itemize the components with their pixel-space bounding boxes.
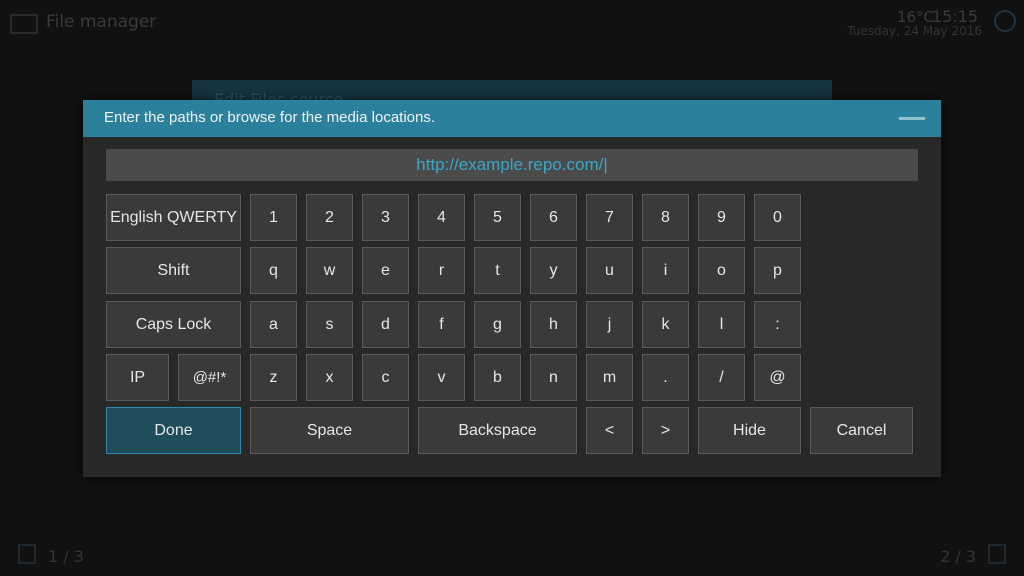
clock-icon <box>994 10 1016 32</box>
page-icon <box>18 544 36 564</box>
page-icon <box>988 544 1006 564</box>
path-input[interactable]: http://example.repo.com/| <box>106 149 918 181</box>
key-row4-2[interactable]: c <box>362 354 409 401</box>
key-row1-0[interactable]: 1 <box>250 194 297 241</box>
key-row3-1[interactable]: s <box>306 301 353 348</box>
virtual-keyboard-dialog: Enter the paths or browse for the media … <box>83 100 941 477</box>
key-row3-7[interactable]: k <box>642 301 689 348</box>
key-row2-3[interactable]: r <box>418 247 465 294</box>
key-row3-9[interactable]: : <box>754 301 801 348</box>
key-row2-8[interactable]: o <box>698 247 745 294</box>
key-row4-6[interactable]: m <box>586 354 633 401</box>
key-row3-0[interactable]: a <box>250 301 297 348</box>
key-row4-5[interactable]: n <box>530 354 577 401</box>
key-row2-4[interactable]: t <box>474 247 521 294</box>
page-indicator-left: 1 / 3 <box>48 547 84 566</box>
cursor-right-key[interactable]: > <box>642 407 689 454</box>
dialog-heading: Enter the paths or browse for the media … <box>104 109 436 126</box>
key-row3-8[interactable]: l <box>698 301 745 348</box>
key-row2-0[interactable]: q <box>250 247 297 294</box>
key-row4-4[interactable]: b <box>474 354 521 401</box>
key-row4-0[interactable]: z <box>250 354 297 401</box>
key-row1-4[interactable]: 5 <box>474 194 521 241</box>
key-row3-6[interactable]: j <box>586 301 633 348</box>
key-row1-7[interactable]: 8 <box>642 194 689 241</box>
key-row2-1[interactable]: w <box>306 247 353 294</box>
done-button[interactable]: Done <box>106 407 241 454</box>
key-row3-3[interactable]: f <box>418 301 465 348</box>
key-row4-3[interactable]: v <box>418 354 465 401</box>
key-row4-9[interactable]: @ <box>754 354 801 401</box>
page-indicator-right: 2 / 3 <box>940 547 976 566</box>
key-row4-8[interactable]: / <box>698 354 745 401</box>
text-cursor: | <box>603 155 608 174</box>
keyboard-layout-button[interactable]: English QWERTY <box>106 194 241 241</box>
date-readout: Tuesday, 24 May 2016 <box>847 24 982 38</box>
dialog-header: Enter the paths or browse for the media … <box>83 100 941 137</box>
logo-icon <box>899 117 925 120</box>
key-row2-9[interactable]: p <box>754 247 801 294</box>
window-title: File manager <box>46 12 157 32</box>
key-row1-2[interactable]: 3 <box>362 194 409 241</box>
cursor-left-key[interactable]: < <box>586 407 633 454</box>
ip-key[interactable]: IP <box>106 354 169 401</box>
caps-lock-key[interactable]: Caps Lock <box>106 301 241 348</box>
key-row4-1[interactable]: x <box>306 354 353 401</box>
key-row2-6[interactable]: u <box>586 247 633 294</box>
key-row3-5[interactable]: h <box>530 301 577 348</box>
key-row3-4[interactable]: g <box>474 301 521 348</box>
key-row1-8[interactable]: 9 <box>698 194 745 241</box>
key-row1-3[interactable]: 4 <box>418 194 465 241</box>
key-row2-5[interactable]: y <box>530 247 577 294</box>
key-row2-7[interactable]: i <box>642 247 689 294</box>
key-row1-5[interactable]: 6 <box>530 194 577 241</box>
symbols-key[interactable]: @#!* <box>178 354 241 401</box>
space-key[interactable]: Space <box>250 407 409 454</box>
key-row1-6[interactable]: 7 <box>586 194 633 241</box>
shift-key[interactable]: Shift <box>106 247 241 294</box>
key-row3-2[interactable]: d <box>362 301 409 348</box>
key-row1-9[interactable]: 0 <box>754 194 801 241</box>
path-input-value: http://example.repo.com/ <box>416 155 604 174</box>
hide-button[interactable]: Hide <box>698 407 801 454</box>
folder-icon <box>10 14 38 34</box>
cancel-button[interactable]: Cancel <box>810 407 913 454</box>
backspace-key[interactable]: Backspace <box>418 407 577 454</box>
key-row2-2[interactable]: e <box>362 247 409 294</box>
key-row4-7[interactable]: . <box>642 354 689 401</box>
key-row1-1[interactable]: 2 <box>306 194 353 241</box>
